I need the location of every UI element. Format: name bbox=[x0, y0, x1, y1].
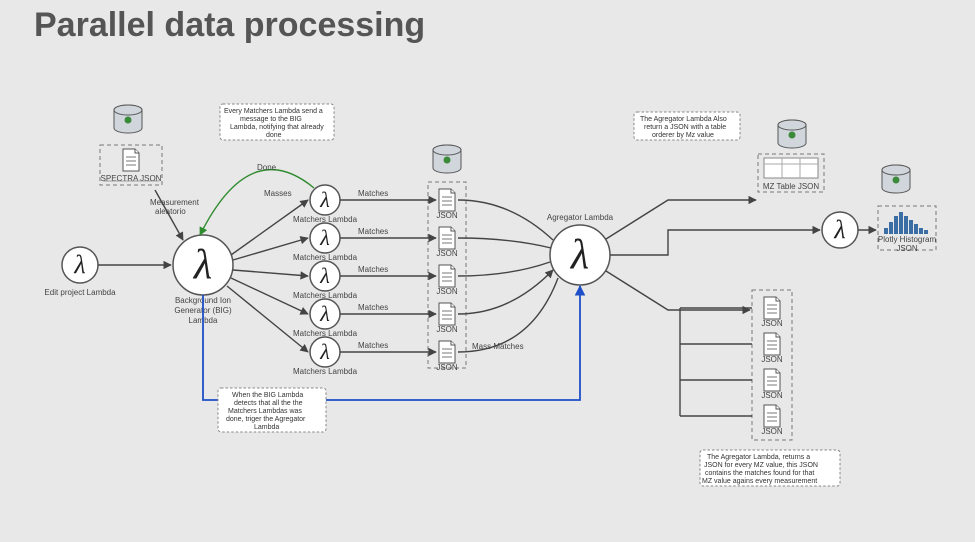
json-file: JSON bbox=[761, 297, 783, 328]
json-file: JSON bbox=[761, 333, 783, 364]
matcher-lambda-3: Matchers Lambda bbox=[293, 261, 358, 300]
edge-label: Done bbox=[257, 163, 277, 172]
svg-text:Matchers Lambda: Matchers Lambda bbox=[293, 367, 358, 376]
svg-text:When the BIG Lambda: When the BIG Lambda bbox=[232, 392, 303, 399]
svg-text:The Agregator Lambda, returns: The Agregator Lambda, returns a bbox=[707, 454, 810, 461]
json-file: JSON bbox=[436, 303, 458, 334]
agregator-lambda: λ Agregator Lambda bbox=[547, 213, 614, 285]
svg-text:Edit project Lambda: Edit project Lambda bbox=[44, 288, 116, 297]
callout-when-big: When the BIG Lambda detects that all the… bbox=[218, 388, 326, 432]
svg-text:MZ Table JSON: MZ Table JSON bbox=[763, 182, 820, 191]
edge-done bbox=[200, 170, 314, 235]
edit-project-lambda: λ Edit project Lambda bbox=[44, 247, 116, 297]
svg-text:JSON: JSON bbox=[761, 355, 783, 364]
output-lambda: λ bbox=[822, 212, 858, 248]
plotly-histogram-json: Plotly Histogram JSON bbox=[878, 206, 937, 253]
edge-label: Masses bbox=[264, 189, 292, 198]
svg-text:Lambda, notifying that already: Lambda, notifying that already bbox=[230, 124, 324, 131]
svg-text:JSON: JSON bbox=[436, 363, 458, 372]
svg-text:JSON: JSON bbox=[761, 427, 783, 436]
json-file: JSON bbox=[761, 405, 783, 436]
edge bbox=[458, 262, 550, 276]
matcher-lambda-2: Matchers Lambda bbox=[293, 223, 358, 262]
edge-label: Matches bbox=[358, 189, 388, 198]
svg-text:JSON: JSON bbox=[436, 249, 458, 258]
json-file: JSON bbox=[436, 341, 458, 372]
svg-text:done: done bbox=[266, 132, 282, 139]
svg-text:λ: λ bbox=[192, 242, 212, 288]
db-icon bbox=[778, 120, 806, 148]
edge bbox=[606, 200, 756, 239]
edge bbox=[610, 230, 820, 255]
edge-label: aleatorio bbox=[155, 207, 186, 216]
diagram-svg: λ SPECTRA JSON λ Edit project Lambda λ B… bbox=[0, 0, 975, 542]
svg-text:Matchers Lambdas was: Matchers Lambdas was bbox=[228, 408, 302, 415]
edge bbox=[458, 200, 553, 240]
edge bbox=[458, 238, 551, 248]
json-file: JSON bbox=[761, 369, 783, 400]
spectra-json-label: SPECTRA JSON bbox=[101, 174, 162, 183]
json-file: JSON bbox=[436, 227, 458, 258]
svg-text:JSON: JSON bbox=[761, 319, 783, 328]
edge-label: Measurement bbox=[150, 198, 200, 207]
edge-label: Matches bbox=[358, 341, 388, 350]
svg-text:JSON: JSON bbox=[761, 391, 783, 400]
diagram-stage: Parallel data processing bbox=[0, 0, 975, 542]
db-icon bbox=[433, 145, 461, 173]
edge bbox=[458, 278, 558, 352]
svg-text:Plotly Histogram: Plotly Histogram bbox=[878, 235, 937, 244]
callout-agregator-jsons: The Agregator Lambda, returns a JSON for… bbox=[700, 450, 840, 486]
file-icon bbox=[123, 149, 139, 171]
edge bbox=[233, 270, 308, 276]
svg-text:JSON: JSON bbox=[436, 287, 458, 296]
callout-agregator-table: The Agregator Lambda Also return a JSON … bbox=[634, 112, 740, 140]
matcher-lambda-4: Matchers Lambda bbox=[293, 299, 358, 338]
mz-table-json: MZ Table JSON bbox=[758, 154, 824, 192]
svg-text:orderer by Mz value: orderer by Mz value bbox=[652, 132, 714, 139]
json-file: JSON bbox=[436, 189, 458, 220]
edge-label: Matches bbox=[358, 227, 388, 236]
matcher-lambda-5: Matchers Lambda bbox=[293, 337, 358, 376]
db-icon bbox=[882, 165, 910, 193]
edge bbox=[231, 200, 308, 255]
edge-label: Mass Matches bbox=[472, 342, 524, 351]
svg-text:JSON for every MZ value, this: JSON for every MZ value, this JSON bbox=[704, 462, 818, 469]
svg-text:contains the matches found for: contains the matches found for that bbox=[705, 470, 814, 477]
json-file: JSON bbox=[436, 265, 458, 296]
svg-text:Agregator Lambda: Agregator Lambda bbox=[547, 213, 614, 222]
edge bbox=[458, 270, 553, 314]
svg-text:message to the BIG: message to the BIG bbox=[240, 116, 302, 123]
svg-text:λ: λ bbox=[73, 250, 85, 279]
svg-text:return a JSON with a table: return a JSON with a table bbox=[644, 124, 726, 131]
svg-text:λ: λ bbox=[833, 215, 845, 244]
svg-text:Lambda: Lambda bbox=[254, 424, 279, 431]
svg-text:Every Matchers Lambda send a: Every Matchers Lambda send a bbox=[224, 108, 323, 115]
svg-text:JSON: JSON bbox=[436, 211, 458, 220]
callout-every-matcher: Every Matchers Lambda send a message to … bbox=[220, 104, 334, 140]
svg-text:JSON: JSON bbox=[896, 244, 918, 253]
svg-text:JSON: JSON bbox=[436, 325, 458, 334]
svg-text:The Agregator Lambda Also: The Agregator Lambda Also bbox=[640, 116, 727, 123]
svg-text:done, triger the Agregator: done, triger the Agregator bbox=[226, 416, 306, 423]
edge-label: Matches bbox=[358, 303, 388, 312]
svg-text:detects that all the the: detects that all the the bbox=[234, 400, 303, 407]
db-icon bbox=[114, 105, 142, 133]
svg-text:MZ value agains every measurem: MZ value agains every measurement bbox=[702, 478, 817, 485]
edge-label: Matches bbox=[358, 265, 388, 274]
edge bbox=[606, 271, 750, 310]
svg-text:λ: λ bbox=[569, 232, 589, 278]
